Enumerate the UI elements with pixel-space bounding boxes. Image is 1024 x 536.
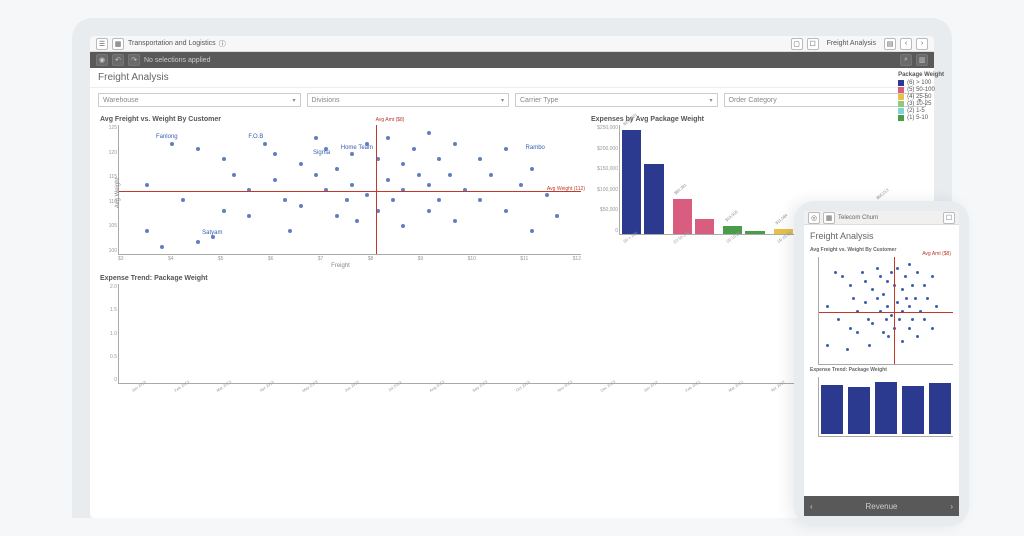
legend-item[interactable]: (3) 10-25	[898, 101, 934, 107]
filter-warehouse[interactable]: Warehouse	[98, 93, 301, 107]
phone-menu-icon[interactable]: ◎	[808, 212, 820, 224]
sheets-icon[interactable]: ▤	[884, 38, 896, 50]
phone-bookmark-icon[interactable]: ☐	[943, 212, 955, 224]
prev-icon[interactable]: ‹	[900, 38, 912, 50]
phone-crumb[interactable]: Telecom Churn	[838, 215, 878, 221]
page-title: Freight Analysis	[90, 68, 934, 88]
phone-ref-label: Avg Amt ($8)	[922, 251, 951, 257]
selection-bar: ◉ ↶ ↷ No selections applied ⌕ ▥	[90, 52, 934, 68]
step-fwd-icon[interactable]: ↷	[128, 54, 140, 66]
phone-sheet-icon[interactable]: ▦	[823, 212, 835, 224]
scatter-chart[interactable]: 125120115110105100 Avg Weight Avg Amt ($…	[118, 125, 581, 255]
legend-item[interactable]: (1) 5-10	[898, 115, 934, 121]
next-icon[interactable]: ›	[916, 38, 928, 50]
phone-next-icon[interactable]: ›	[950, 502, 953, 511]
phone-footer: ‹ Revenue ›	[804, 496, 959, 516]
app-menu-icon[interactable]: ☰	[96, 38, 108, 50]
breadcrumb-root[interactable]: Transportation and Logistics	[128, 40, 216, 47]
filter-row: Warehouse Divisions Carrier Type Order C…	[90, 88, 934, 112]
legend-title: Package Weight	[898, 72, 934, 78]
info-icon[interactable]: ⓘ	[219, 39, 226, 49]
phone-trend-title: Expense Trend: Package Weight	[804, 367, 959, 373]
filter-carrier[interactable]: Carrier Type	[515, 93, 718, 107]
top-toolbar: ☰ ▦ Transportation and Logistics ⓘ ▢ ☐ F…	[90, 36, 934, 52]
legend-item[interactable]: (4) 25-50	[898, 94, 934, 100]
phone-toolbar: ◎ ▦ Telecom Churn ☐	[804, 211, 959, 225]
scatter-title: Avg Freight vs. Weight By Customer	[100, 116, 581, 123]
phone-scatter[interactable]: Avg Amt ($8)	[818, 257, 953, 365]
phone-footer-label: Revenue	[865, 502, 897, 511]
phone-frame: ◎ ▦ Telecom Churn ☐ Freight Analysis Avg…	[794, 201, 969, 526]
phone-title: Freight Analysis	[804, 225, 959, 247]
step-back-icon[interactable]: ↶	[112, 54, 124, 66]
scatter-ylabel: Avg Weight	[115, 177, 121, 207]
selections-tool-icon[interactable]: ▥	[916, 54, 928, 66]
phone-screen: ◎ ▦ Telecom Churn ☐ Freight Analysis Avg…	[804, 211, 959, 516]
phone-prev-icon[interactable]: ‹	[810, 502, 813, 511]
smart-search-icon[interactable]: ◉	[96, 54, 108, 66]
legend-item[interactable]: (2) 1-5	[898, 108, 934, 114]
expenses-title: Expenses by Avg Package Weight	[591, 116, 924, 123]
bookmark-icon[interactable]: ☐	[807, 38, 819, 50]
sheet-icon[interactable]: ▦	[112, 38, 124, 50]
filter-divisions[interactable]: Divisions	[307, 93, 510, 107]
legend: Package Weight (6) > 100(5) 50-100(4) 25…	[898, 72, 934, 122]
filter-order-category[interactable]: Order Category	[724, 93, 927, 107]
legend-item[interactable]: (6) > 100	[898, 80, 934, 86]
breadcrumb: Transportation and Logistics ⓘ	[128, 39, 226, 49]
breadcrumb-current: Freight Analysis	[823, 40, 880, 47]
scatter-xlabel: Freight	[100, 263, 581, 269]
search-icon[interactable]: ⌕	[900, 54, 912, 66]
story-icon[interactable]: ▢	[791, 38, 803, 50]
selection-text: No selections applied	[144, 57, 211, 64]
phone-bars[interactable]	[818, 377, 953, 437]
legend-item[interactable]: (5) 50-100	[898, 87, 934, 93]
